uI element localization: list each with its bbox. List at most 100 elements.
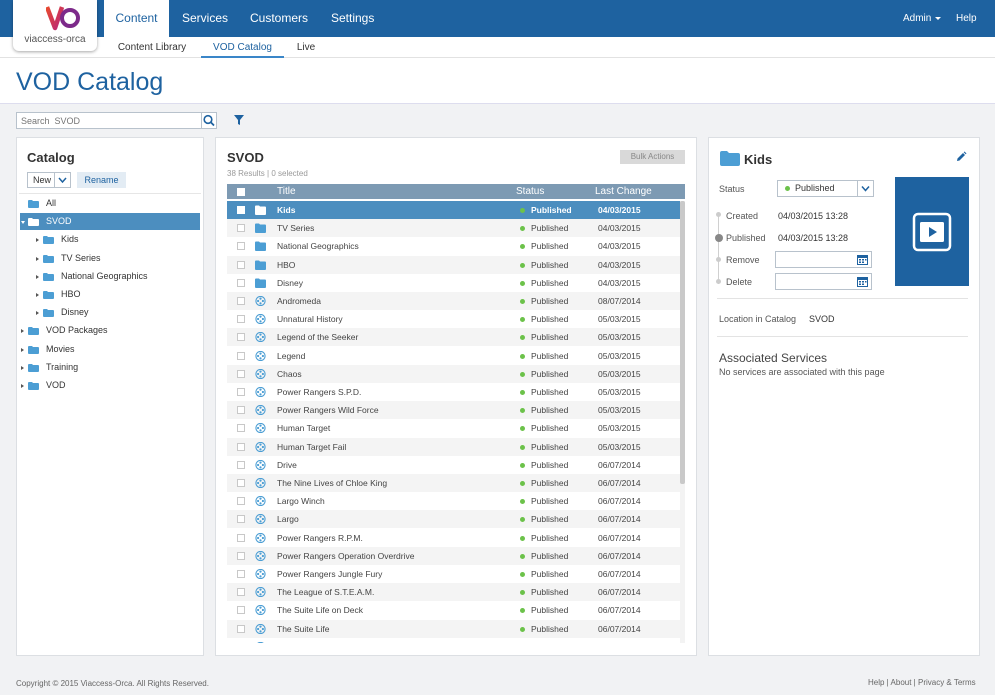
nav-customers[interactable]: Customers (250, 0, 308, 37)
subnav-vod-catalog[interactable]: VOD Catalog (201, 37, 284, 58)
expand-down-icon[interactable] (21, 221, 25, 224)
row-checkbox[interactable] (237, 242, 245, 250)
search-box[interactable] (16, 112, 202, 129)
table-row[interactable]: Legend of the Seeker Published 05/03/2015 (227, 328, 680, 346)
table-row[interactable]: Chaos Published 05/03/2015 (227, 365, 680, 383)
footer-privacy-link[interactable]: Privacy & Terms (918, 678, 976, 687)
tree-item-national-geographics[interactable]: National Geographics (20, 268, 200, 285)
rename-button[interactable]: Rename (77, 172, 126, 188)
expand-right-icon[interactable] (36, 311, 39, 315)
table-row[interactable]: Human Target Fail Published 05/03/2015 (227, 438, 680, 456)
admin-menu[interactable]: Admin (903, 0, 942, 37)
table-row[interactable]: Power Rangers Operation Overdrive Publish… (227, 547, 680, 565)
table-row[interactable]: Power Rangers Jungle Fury Published 06/07/… (227, 565, 680, 583)
expand-right-icon[interactable] (36, 238, 39, 242)
row-checkbox[interactable] (237, 261, 245, 269)
column-title[interactable]: Title (277, 184, 296, 199)
row-checkbox[interactable] (237, 370, 245, 378)
row-checkbox[interactable] (237, 315, 245, 323)
tree-item-kids[interactable]: Kids (20, 231, 200, 248)
new-dropdown[interactable]: New (27, 172, 71, 188)
column-status[interactable]: Status (516, 184, 544, 199)
thumbnail-preview[interactable] (895, 177, 969, 286)
pencil-icon[interactable] (955, 151, 967, 163)
expand-right-icon[interactable] (36, 275, 39, 279)
table-row[interactable]: The League of S.T.E.A.M. Published 06/07/2… (227, 583, 680, 601)
row-checkbox[interactable] (237, 461, 245, 469)
table-row[interactable]: Power Rangers S.P.D. Published 05/03/2015 (227, 383, 680, 401)
table-row[interactable]: Unnatural History Published 05/03/2015 (227, 310, 680, 328)
expand-right-icon[interactable] (21, 329, 24, 333)
tree-item-hbo[interactable]: HBO (20, 286, 200, 303)
row-checkbox[interactable] (237, 534, 245, 542)
row-checkbox[interactable] (237, 206, 245, 214)
table-row[interactable]: Kids Published 04/03/2015 (227, 201, 680, 219)
logo[interactable]: viaccess-orca (13, 0, 97, 51)
table-row[interactable]: Disney Published 04/03/2015 (227, 274, 680, 292)
footer-about-link[interactable]: About (891, 678, 912, 687)
row-checkbox[interactable] (237, 297, 245, 305)
row-checkbox[interactable] (237, 588, 245, 596)
search-input[interactable] (17, 113, 185, 128)
table-row[interactable]: Power Rangers R.P.M. Published 06/07/2014 (227, 529, 680, 547)
table-row[interactable]: Drive Published 06/07/2014 (227, 456, 680, 474)
remove-date-field[interactable] (775, 251, 872, 268)
expand-right-icon[interactable] (21, 384, 24, 388)
tree-item-all[interactable]: All (20, 195, 200, 212)
nav-services[interactable]: Services (182, 0, 228, 37)
search-button[interactable] (201, 112, 217, 129)
expand-right-icon[interactable] (36, 293, 39, 297)
row-checkbox[interactable] (237, 515, 245, 523)
table-row[interactable]: The Nine Lives of Chloe King Published 06/… (227, 474, 680, 492)
expand-right-icon[interactable] (36, 257, 39, 261)
tree-item-training[interactable]: Training (20, 359, 200, 376)
scrollbar-thumb[interactable] (680, 201, 685, 484)
status-dropdown[interactable]: Published (777, 180, 874, 197)
row-checkbox[interactable] (237, 497, 245, 505)
expand-right-icon[interactable] (21, 366, 24, 370)
table-row[interactable]: Largo Published 06/07/2014 (227, 510, 680, 528)
delete-date-field[interactable] (775, 273, 872, 290)
row-checkbox[interactable] (237, 625, 245, 633)
table-row[interactable]: The Suite Published 06/07/2014 (227, 638, 680, 643)
row-checkbox[interactable] (237, 443, 245, 451)
row-checkbox[interactable] (237, 279, 245, 287)
table-row[interactable]: The Suite Life Published 06/07/2014 (227, 620, 680, 638)
table-row[interactable]: National Geographics Published 04/03/2015 (227, 237, 680, 255)
calendar-icon[interactable] (857, 276, 868, 287)
footer-help-link[interactable]: Help (868, 678, 884, 687)
select-all-checkbox[interactable] (237, 188, 245, 196)
table-row[interactable]: Legend Published 05/03/2015 (227, 347, 680, 365)
column-last-change[interactable]: Last Change (595, 184, 652, 199)
table-row[interactable]: Andromeda Published 08/07/2014 (227, 292, 680, 310)
help-link[interactable]: Help (956, 0, 977, 37)
expand-right-icon[interactable] (21, 348, 24, 352)
row-checkbox[interactable] (237, 606, 245, 614)
row-checkbox[interactable] (237, 224, 245, 232)
row-checkbox[interactable] (237, 406, 245, 414)
subnav-content-library[interactable]: Content Library (111, 37, 193, 58)
tree-item-tv-series[interactable]: TV Series (20, 250, 200, 267)
table-row[interactable]: TV Series Published 04/03/2015 (227, 219, 680, 237)
row-checkbox[interactable] (237, 552, 245, 560)
subnav-live[interactable]: Live (292, 37, 320, 58)
row-checkbox[interactable] (237, 424, 245, 432)
table-row[interactable]: The Suite Life on Deck Published 06/07/201… (227, 601, 680, 619)
tree-item-svod[interactable]: SVOD (20, 213, 200, 230)
nav-settings[interactable]: Settings (331, 0, 374, 37)
filter-icon[interactable] (233, 114, 245, 126)
tree-item-vod-packages[interactable]: VOD Packages (20, 322, 200, 339)
table-row[interactable]: HBO Published 04/03/2015 (227, 256, 680, 274)
table-row[interactable]: Human Target Published 05/03/2015 (227, 419, 680, 437)
row-checkbox[interactable] (237, 352, 245, 360)
bulk-actions-button[interactable]: Bulk Actions (620, 150, 685, 164)
table-row[interactable]: Power Rangers Wild Force Published 05/03/2… (227, 401, 680, 419)
calendar-icon[interactable] (857, 254, 868, 265)
row-checkbox[interactable] (237, 388, 245, 396)
nav-content[interactable]: Content (104, 0, 169, 37)
tree-item-movies[interactable]: Movies (20, 341, 200, 358)
row-checkbox[interactable] (237, 479, 245, 487)
tree-item-disney[interactable]: Disney (20, 304, 200, 321)
row-checkbox[interactable] (237, 333, 245, 341)
row-checkbox[interactable] (237, 570, 245, 578)
